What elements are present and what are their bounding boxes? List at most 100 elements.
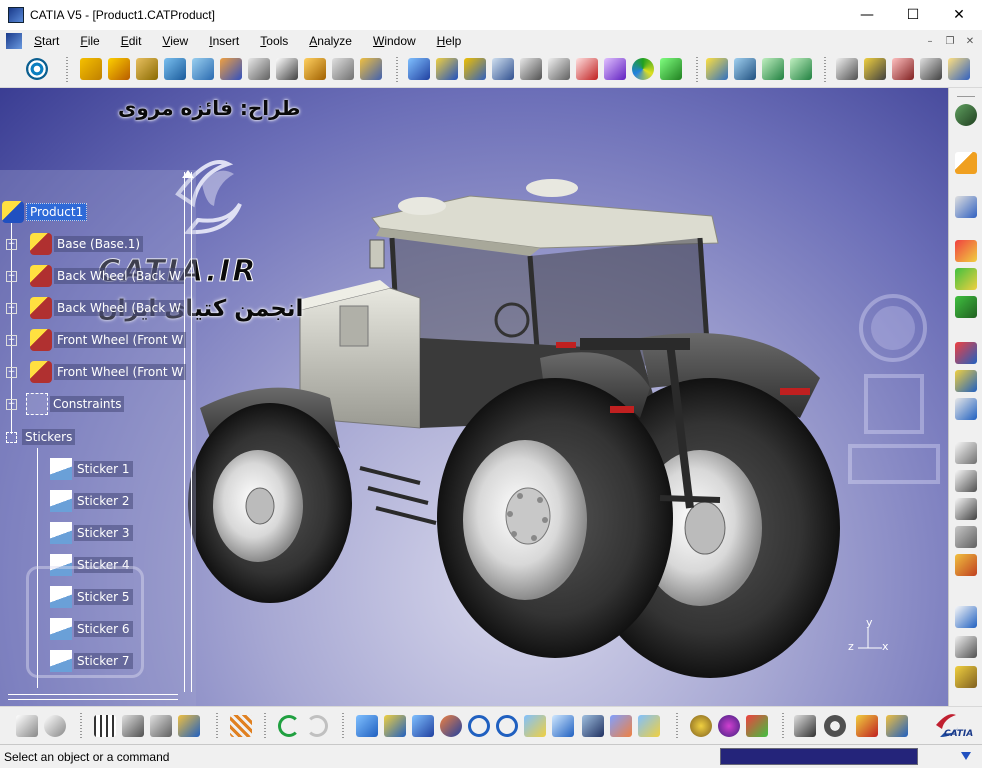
- iso-view-icon[interactable]: [552, 715, 574, 737]
- fit-all-icon[interactable]: [384, 715, 406, 737]
- view-annotation-icon[interactable]: [955, 554, 977, 576]
- minimize-button[interactable]: —: [844, 0, 890, 30]
- rigid-icon[interactable]: [955, 296, 977, 318]
- tree-node-constraints[interactable]: Constraints: [26, 393, 125, 415]
- text-annotation-icon[interactable]: [955, 470, 977, 492]
- table-icon[interactable]: [94, 715, 116, 737]
- text-list-icon[interactable]: [955, 398, 977, 420]
- dimension-icon[interactable]: [955, 442, 977, 464]
- contact-constraint-icon[interactable]: [576, 58, 598, 80]
- document-close-button[interactable]: ✕: [962, 33, 978, 49]
- tree-node-base[interactable]: Base (Base.1): [30, 233, 144, 255]
- sketch-settings-icon[interactable]: [955, 104, 977, 126]
- distance-band-icon[interactable]: [762, 58, 784, 80]
- tree-sticker-1[interactable]: Sticker 1: [50, 458, 133, 480]
- tree-icon[interactable]: [122, 715, 144, 737]
- offset-constraint-icon[interactable]: [604, 58, 626, 80]
- fix-component-icon[interactable]: [660, 58, 682, 80]
- menu-insert[interactable]: Insert: [209, 34, 239, 48]
- zoom-in-icon[interactable]: [468, 715, 490, 737]
- measure-icon[interactable]: [955, 606, 977, 628]
- render-icon[interactable]: [746, 715, 768, 737]
- expand-icon[interactable]: +: [6, 367, 17, 378]
- rotate-icon[interactable]: [440, 715, 462, 737]
- smart-move-icon[interactable]: [464, 58, 486, 80]
- coincidence-constraint-icon[interactable]: [548, 58, 570, 80]
- expand-icon[interactable]: +: [6, 271, 17, 282]
- measure-item-icon[interactable]: [864, 58, 886, 80]
- expand-icon[interactable]: +: [6, 239, 17, 250]
- tree-sticker-2[interactable]: Sticker 2: [50, 490, 133, 512]
- formula-icon[interactable]: [16, 715, 38, 737]
- normal-view-icon[interactable]: [524, 715, 546, 737]
- simulation-icon[interactable]: [886, 715, 908, 737]
- workbench-icon[interactable]: [26, 58, 48, 80]
- update-icon[interactable]: [632, 58, 654, 80]
- snap-icon[interactable]: [436, 58, 458, 80]
- pan-icon[interactable]: [412, 715, 434, 737]
- menu-edit[interactable]: Edit: [121, 34, 142, 48]
- tree-node-front-wheel-1[interactable]: Front Wheel (Front W: [30, 329, 187, 351]
- weld-icon[interactable]: [955, 526, 977, 548]
- apply-material-icon[interactable]: [718, 715, 740, 737]
- tree-root-product1[interactable]: Product1: [2, 201, 88, 223]
- scene-icon[interactable]: [955, 196, 977, 218]
- graph-tree-reorder-icon[interactable]: [248, 58, 270, 80]
- symmetry-icon[interactable]: [955, 342, 977, 364]
- fly-mode-icon[interactable]: [356, 715, 378, 737]
- expand-icon[interactable]: +: [6, 303, 17, 314]
- zoom-out-icon[interactable]: [496, 715, 518, 737]
- select-arrow-icon[interactable]: [955, 152, 977, 174]
- existing-component-icon[interactable]: [164, 58, 186, 80]
- pattern-icon[interactable]: [230, 715, 252, 737]
- redo-icon[interactable]: [306, 715, 328, 737]
- hide-show-icon[interactable]: [610, 715, 632, 737]
- expand-icon[interactable]: +: [6, 399, 17, 410]
- sectioning-icon[interactable]: [734, 58, 756, 80]
- part-icon[interactable]: [136, 58, 158, 80]
- existing-position-icon[interactable]: [192, 58, 214, 80]
- product-icon[interactable]: [108, 58, 130, 80]
- flag-note-icon[interactable]: [955, 498, 977, 520]
- tree-node-back-wheel-2[interactable]: Back Wheel (Back W: [30, 297, 184, 319]
- reuse-pattern-icon[interactable]: [955, 370, 977, 392]
- replace-component-icon[interactable]: [220, 58, 242, 80]
- menu-window[interactable]: Window: [373, 34, 416, 48]
- command-prompt-icon[interactable]: [958, 748, 974, 764]
- undo-icon[interactable]: [278, 715, 300, 737]
- knowledge-icon[interactable]: [178, 715, 200, 737]
- document-minimize-button[interactable]: –: [922, 33, 938, 49]
- shading-icon[interactable]: [582, 715, 604, 737]
- tree-root-label[interactable]: Product1: [26, 203, 88, 221]
- tree-node-front-wheel-2[interactable]: Front Wheel (Front W: [30, 361, 187, 383]
- battery-icon[interactable]: [955, 666, 977, 688]
- tree-vertical-scrollbar[interactable]: [184, 172, 192, 692]
- analysis-icon[interactable]: [794, 715, 816, 737]
- hand-icon[interactable]: [955, 636, 977, 658]
- tree-node-back-wheel-1[interactable]: Back Wheel (Back W: [30, 265, 184, 287]
- 3d-viewport[interactable]: طراح: فائزه مروی CATIA.IR انجمن کتیای ای…: [0, 88, 948, 706]
- close-button[interactable]: ✕: [936, 0, 982, 30]
- power-input-field[interactable]: [720, 748, 918, 765]
- selective-load-icon[interactable]: [304, 58, 326, 80]
- menu-start[interactable]: Start: [34, 34, 59, 48]
- menu-view[interactable]: View: [162, 34, 188, 48]
- swap-visible-icon[interactable]: [638, 715, 660, 737]
- tree-horizontal-scrollbar[interactable]: [8, 694, 178, 700]
- component-icon[interactable]: [80, 58, 102, 80]
- expand-icon[interactable]: +: [6, 335, 17, 346]
- settings-gear-icon[interactable]: [824, 715, 846, 737]
- compass-reset-icon[interactable]: [920, 58, 942, 80]
- comment-icon[interactable]: [44, 715, 66, 737]
- tree-sticker-3[interactable]: Sticker 3: [50, 522, 133, 544]
- stop-manipulate-icon[interactable]: [520, 58, 542, 80]
- kinematics-icon[interactable]: [856, 715, 878, 737]
- document-restore-button[interactable]: ❐: [942, 33, 958, 49]
- lock-icon[interactable]: [150, 715, 172, 737]
- manipulation-icon[interactable]: [408, 58, 430, 80]
- maximize-button[interactable]: ☐: [890, 0, 936, 30]
- menu-help[interactable]: Help: [437, 34, 462, 48]
- explode-icon[interactable]: [492, 58, 514, 80]
- menu-tools[interactable]: Tools: [260, 34, 288, 48]
- menu-analyze[interactable]: Analyze: [309, 34, 352, 48]
